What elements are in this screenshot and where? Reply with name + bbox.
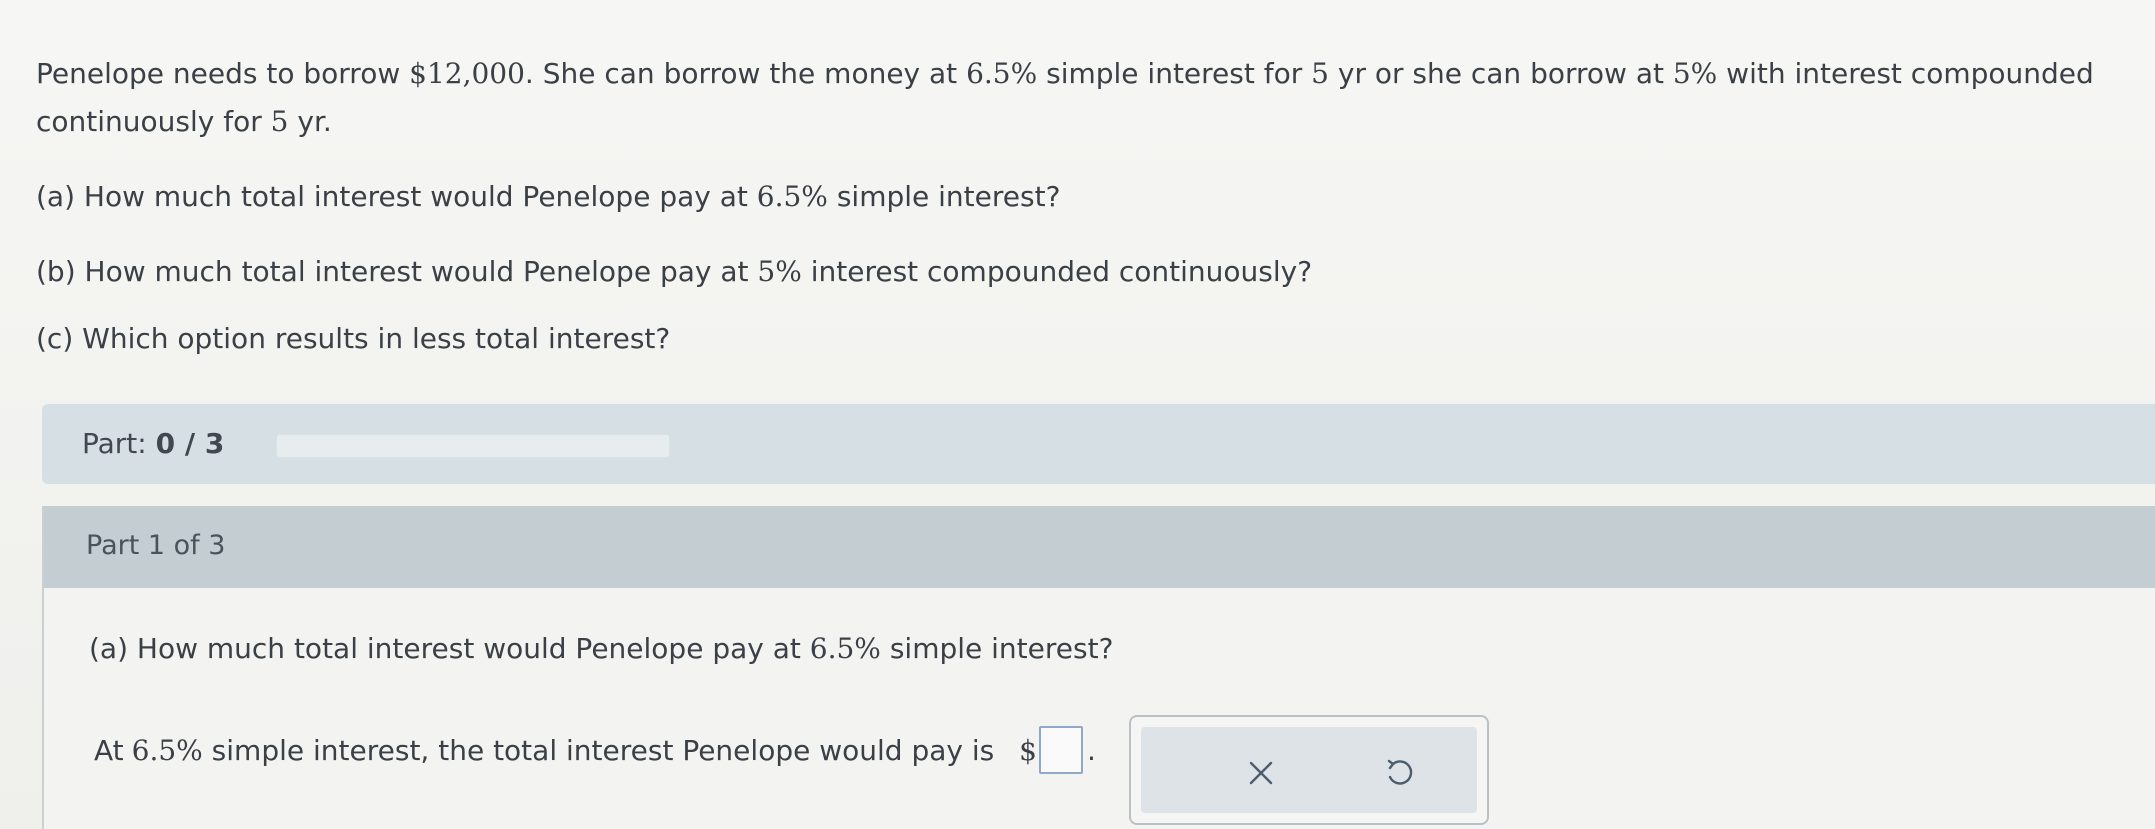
clear-button[interactable] (1233, 745, 1289, 801)
part-question: (a) How much total interest would Penelo… (89, 632, 1114, 665)
dollar-sign: $ (1019, 733, 1037, 767)
part-header-label: Part 1 of 3 (86, 530, 226, 561)
undo-icon (1387, 759, 1413, 785)
progress-track (276, 434, 670, 458)
x-icon (1249, 761, 1273, 785)
action-buttons (1141, 727, 1477, 813)
question-a: (a) How much total interest would Penelo… (36, 180, 1061, 213)
part-section: Part 1 of 3 (a) How much total interest … (42, 506, 2155, 829)
answer-line: At 6.5% simple interest, the total inter… (94, 726, 1096, 774)
page: Penelope needs to borrow $12,000. She ca… (0, 0, 2155, 829)
part-header: Part 1 of 3 (44, 506, 2155, 588)
problem-statement: Penelope needs to borrow $12,000. She ca… (36, 57, 2094, 138)
question-c: (c) Which option results in less total i… (36, 322, 671, 355)
part-progress-label: Part: 0 / 3 (82, 427, 225, 460)
question-b: (b) How much total interest would Penelo… (36, 255, 1313, 288)
part-progress-bar: Part: 0 / 3 (42, 404, 2155, 484)
action-panel (1129, 715, 1489, 825)
undo-button[interactable] (1371, 745, 1427, 801)
answer-period: . (1086, 733, 1096, 767)
answer-input[interactable] (1038, 726, 1083, 774)
